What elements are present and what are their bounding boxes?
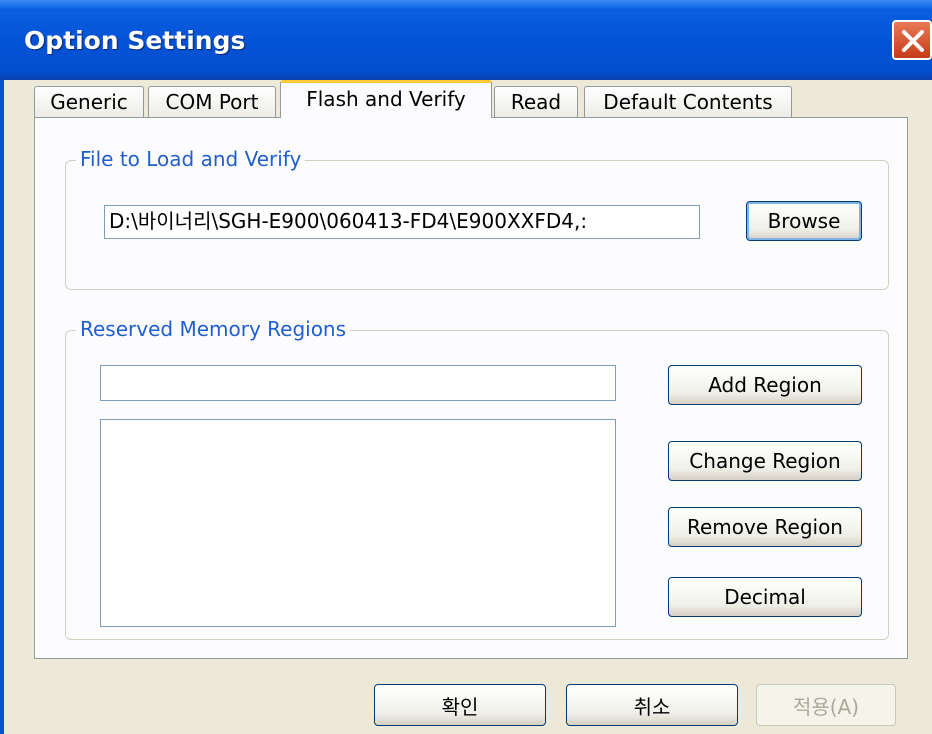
region-input[interactable]	[100, 365, 616, 401]
file-to-load-label: File to Load and Verify	[76, 145, 306, 173]
window-frame-left	[0, 80, 4, 734]
tab-label: Generic	[50, 90, 128, 114]
file-to-load-group: File to Load and Verify D:\바이너리\SGH-E900…	[65, 145, 889, 290]
tab-flash-and-verify[interactable]: Flash and Verify	[280, 80, 492, 118]
ok-button[interactable]: 확인	[374, 684, 546, 726]
reserved-memory-label: Reserved Memory Regions	[76, 315, 351, 343]
file-path-field[interactable]: D:\바이너리\SGH-E900\060413-FD4\E900XXFD4,:	[104, 205, 700, 239]
reserved-memory-group: Reserved Memory Regions Add Region Chang…	[65, 315, 889, 640]
change-region-button[interactable]: Change Region	[668, 441, 862, 481]
apply-button[interactable]: 적용(A)	[756, 684, 896, 726]
dialog-body: Generic COM Port Flash and Verify Read D…	[0, 80, 932, 734]
title-bar[interactable]: Option Settings	[0, 0, 932, 80]
decimal-button[interactable]: Decimal	[668, 577, 862, 617]
tab-read[interactable]: Read	[494, 86, 578, 118]
close-icon	[902, 30, 924, 52]
tab-label: Flash and Verify	[306, 87, 466, 111]
tab-generic[interactable]: Generic	[34, 86, 144, 118]
cancel-button[interactable]: 취소	[566, 684, 738, 726]
remove-region-button[interactable]: Remove Region	[668, 507, 862, 547]
tab-label: COM Port	[165, 90, 259, 114]
tab-com-port[interactable]: COM Port	[148, 86, 276, 118]
browse-button[interactable]: Browse	[746, 201, 862, 241]
tab-label: Default Contents	[603, 90, 773, 114]
tab-default-contents[interactable]: Default Contents	[584, 86, 792, 118]
tab-label: Read	[510, 90, 562, 114]
regions-list[interactable]	[100, 419, 616, 627]
close-button[interactable]	[892, 20, 932, 60]
tab-panel-flash-and-verify: File to Load and Verify D:\바이너리\SGH-E900…	[34, 117, 908, 659]
add-region-button[interactable]: Add Region	[668, 365, 862, 405]
window-title: Option Settings	[24, 26, 246, 55]
